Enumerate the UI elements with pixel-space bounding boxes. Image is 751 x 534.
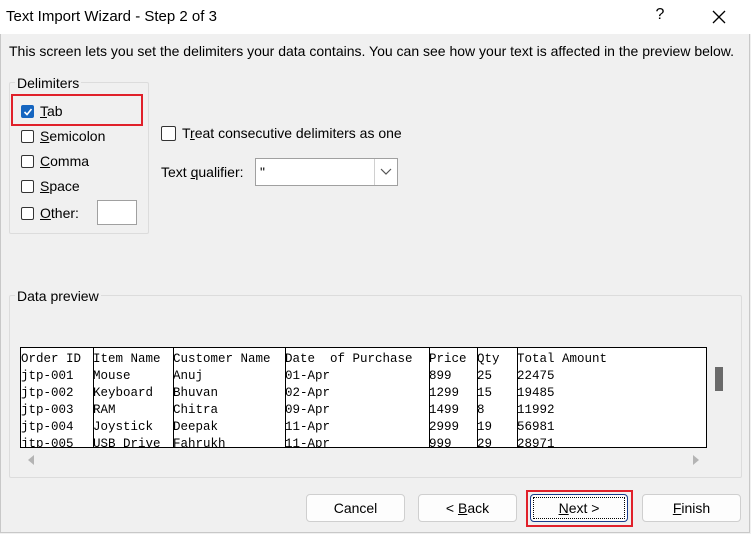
text-qualifier-value: "	[260, 164, 265, 180]
data-preview-legend: Data preview	[15, 288, 101, 304]
scroll-left-button[interactable]	[27, 453, 35, 469]
consecutive-label: Treat consecutive delimiters as one	[182, 125, 402, 141]
comma-label: Comma	[40, 153, 90, 169]
preview-header-cell: Price	[429, 352, 467, 366]
text-qualifier-label: Text qualifier:	[161, 164, 244, 180]
preview-cell: 29	[477, 437, 493, 448]
window-title: Text Import Wizard - Step 2 of 3	[6, 8, 217, 25]
preview-cell: Joystick	[93, 420, 154, 434]
preview-cell: jtp-003	[21, 403, 74, 417]
close-button[interactable]	[704, 4, 734, 30]
semicolon-checkbox[interactable]: Semicolon	[21, 128, 105, 144]
space-checkbox[interactable]: Space	[21, 178, 80, 194]
checkbox-unchecked[interactable]	[21, 129, 34, 143]
preview-cell: 999	[429, 437, 452, 448]
preview-cell: 19485	[517, 386, 555, 400]
preview-cell: 01-Apr	[285, 369, 331, 383]
preview-cell: Keyboard	[93, 386, 154, 400]
preview-cell: 899	[429, 369, 452, 383]
preview-cell: Bhuvan	[173, 386, 219, 400]
tab-highlight-box	[11, 94, 143, 126]
preview-cell: Mouse	[93, 369, 131, 383]
consecutive-checkbox[interactable]: Treat consecutive delimiters as one	[161, 125, 402, 141]
preview-cell: jtp-002	[21, 386, 74, 400]
preview-header-cell: Qty	[477, 352, 500, 366]
preview-cell: 11-Apr	[285, 420, 331, 434]
delimiters-legend: Delimiters	[15, 75, 82, 91]
data-preview-grid[interactable]: Order ID Item Name Customer Name Date of…	[20, 347, 707, 448]
checkbox-unchecked[interactable]	[161, 125, 176, 141]
vertical-scroll-thumb[interactable]	[715, 367, 723, 391]
triangle-left-icon	[28, 455, 34, 465]
preview-header-cell: Item Name	[93, 352, 161, 366]
instructions-text: This screen lets you set the delimiters …	[9, 43, 735, 59]
preview-cell: 25	[477, 369, 493, 383]
semicolon-label: Semicolon	[40, 128, 106, 144]
preview-cell: 02-Apr	[285, 386, 331, 400]
scroll-right-button[interactable]	[692, 453, 700, 469]
preview-cell: jtp-005	[21, 437, 74, 448]
preview-cell: 09-Apr	[285, 403, 331, 417]
preview-cell: Chitra	[173, 403, 219, 417]
preview-cell: 56981	[517, 420, 555, 434]
preview-cell: RAM	[93, 403, 116, 417]
preview-header-cell: Date of Purchase	[285, 352, 413, 366]
preview-cell: Anuj	[173, 369, 204, 383]
close-icon	[712, 10, 726, 24]
checkbox-unchecked[interactable]	[21, 206, 34, 220]
preview-header-cell: Total Amount	[517, 352, 608, 366]
preview-cell: 11992	[517, 403, 555, 417]
triangle-right-icon	[693, 455, 699, 465]
cancel-button[interactable]: Cancel	[306, 494, 405, 522]
comma-checkbox[interactable]: Comma	[21, 153, 89, 169]
next-highlight-box	[526, 490, 633, 527]
preview-cell: 15	[477, 386, 493, 400]
preview-cell: Fahrukh	[173, 437, 226, 448]
preview-cell: 2999	[429, 420, 460, 434]
text-qualifier-select[interactable]: "	[255, 158, 398, 186]
dropdown-button[interactable]	[374, 159, 397, 185]
other-checkbox[interactable]: Other:	[21, 205, 79, 221]
other-label: Other:	[40, 205, 79, 221]
chevron-down-icon	[380, 168, 392, 175]
preview-cell: 8	[477, 403, 485, 417]
title-bar: Text Import Wizard - Step 2 of 3 ?	[0, 0, 751, 34]
preview-cell: jtp-004	[21, 420, 74, 434]
preview-header-cell: Order ID	[21, 352, 82, 366]
checkbox-unchecked[interactable]	[21, 179, 34, 193]
preview-cell: 1499	[429, 403, 460, 417]
help-button[interactable]: ?	[650, 6, 670, 24]
preview-cell: jtp-001	[21, 369, 74, 383]
preview-cell: Deepak	[173, 420, 219, 434]
preview-cell: 19	[477, 420, 493, 434]
back-button[interactable]: < Back	[418, 494, 517, 522]
finish-button[interactable]: Finish	[642, 494, 741, 522]
other-delimiter-input[interactable]	[97, 200, 137, 225]
preview-cell: 28971	[517, 437, 555, 448]
preview-header-cell: Customer Name	[173, 352, 271, 366]
preview-cell: 1299	[429, 386, 460, 400]
space-label: Space	[40, 178, 80, 194]
preview-cell: 22475	[517, 369, 555, 383]
checkbox-unchecked[interactable]	[21, 154, 34, 168]
preview-cell: USB Drive	[93, 437, 161, 448]
preview-cell: 11-Apr	[285, 437, 331, 448]
